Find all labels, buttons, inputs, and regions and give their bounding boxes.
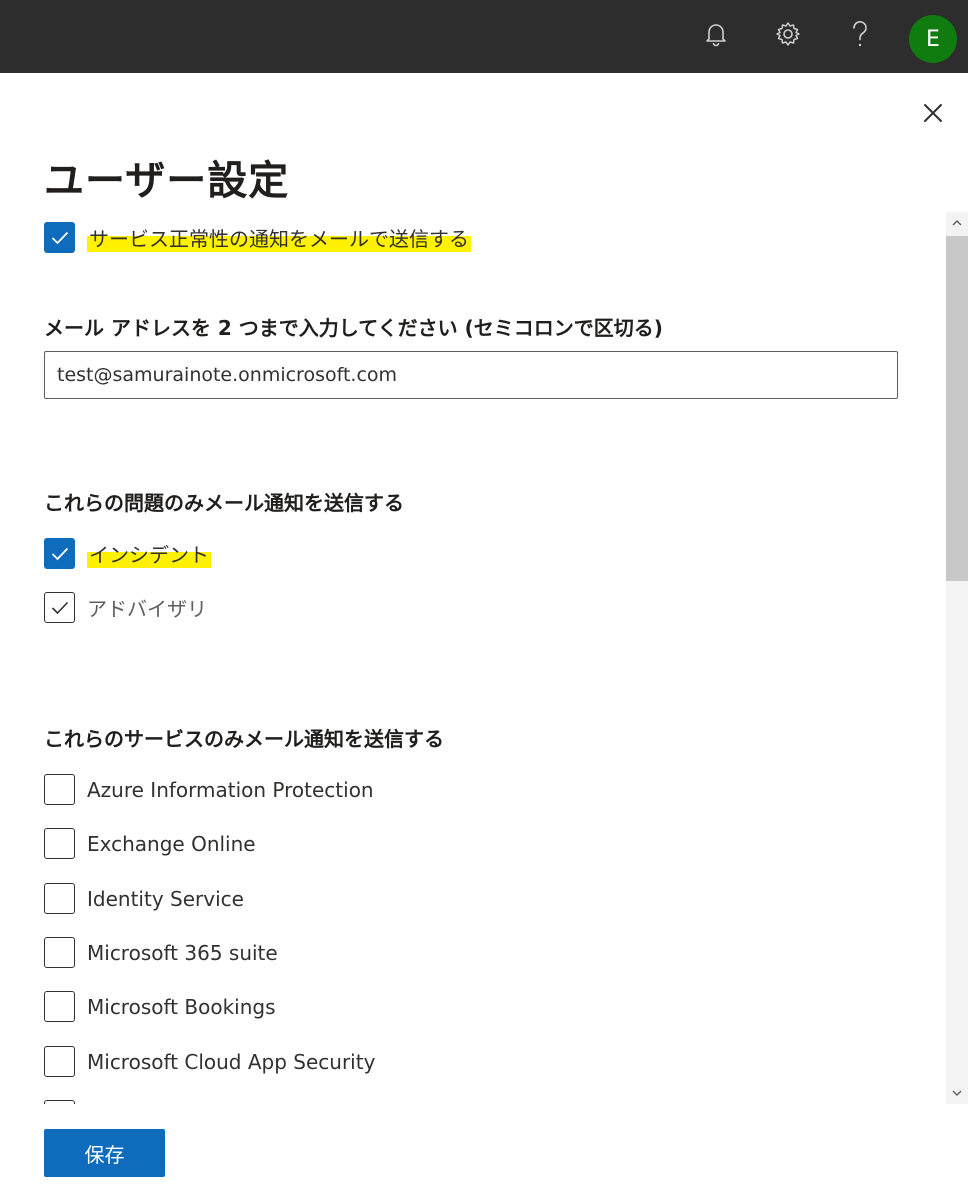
email-input[interactable] <box>44 351 898 399</box>
issue-option-label: アドバイザリ <box>87 597 207 621</box>
issue-option-advisory[interactable]: アドバイザリ <box>44 592 207 623</box>
service-option-label: Microsoft Cloud App Security <box>87 1049 376 1074</box>
help-icon[interactable] <box>840 14 880 54</box>
save-button[interactable]: 保存 <box>44 1129 165 1177</box>
issue-option-incident[interactable]: インシデント <box>44 538 211 569</box>
service-option[interactable]: Microsoft 365 suite <box>44 937 278 968</box>
bell-icon[interactable] <box>696 14 736 54</box>
service-option-label: Microsoft 365 suite <box>87 940 278 965</box>
checkbox-box[interactable] <box>44 538 75 569</box>
checkbox-box[interactable] <box>44 828 75 859</box>
close-icon[interactable] <box>918 98 948 128</box>
settings-scroll-area: サービス正常性の通知をメールで送信する メール アドレスを 2 つまで入力してく… <box>0 212 946 1104</box>
issue-option-label: インシデント <box>87 539 211 568</box>
scroll-up-icon[interactable] <box>946 212 968 234</box>
service-option[interactable]: Exchange Online <box>44 828 256 859</box>
service-health-email-label: サービス正常性の通知をメールで送信する <box>87 223 471 252</box>
checkbox-box[interactable] <box>44 592 75 623</box>
service-option[interactable]: Azure Information Protection <box>44 774 374 805</box>
checkbox-box[interactable] <box>44 1046 75 1077</box>
service-option[interactable]: Microsoft Cloud App Security <box>44 1046 375 1077</box>
checkbox-box[interactable] <box>44 991 75 1022</box>
avatar[interactable]: E <box>909 15 957 63</box>
service-option-label: Exchange Online <box>87 831 256 856</box>
service-option-partial[interactable] <box>44 1100 75 1104</box>
page-title: ユーザー設定 <box>44 158 290 204</box>
scrollbar-thumb[interactable] <box>946 236 968 581</box>
gear-icon[interactable] <box>768 14 808 54</box>
top-bar: E <box>0 0 968 73</box>
checkbox-box[interactable] <box>44 937 75 968</box>
service-option-label: Identity Service <box>87 886 244 911</box>
checkbox-box[interactable] <box>44 222 75 253</box>
issues-section-label: これらの問題のみメール通知を送信する <box>44 491 404 515</box>
service-health-email-checkbox[interactable]: サービス正常性の通知をメールで送信する <box>44 222 471 253</box>
service-option[interactable]: Identity Service <box>44 883 244 914</box>
scroll-down-icon[interactable] <box>946 1082 968 1104</box>
checkbox-box[interactable] <box>44 883 75 914</box>
service-option[interactable]: Microsoft Bookings <box>44 991 276 1022</box>
checkbox-box[interactable] <box>44 1100 75 1104</box>
services-section-label: これらのサービスのみメール通知を送信する <box>44 727 444 751</box>
service-option-label: Microsoft Bookings <box>87 994 276 1019</box>
checkbox-box[interactable] <box>44 774 75 805</box>
email-section-label: メール アドレスを 2 つまで入力してください (セミコロンで区切る) <box>44 316 663 340</box>
vertical-scrollbar[interactable] <box>946 212 968 1104</box>
service-option-label: Azure Information Protection <box>87 777 374 802</box>
